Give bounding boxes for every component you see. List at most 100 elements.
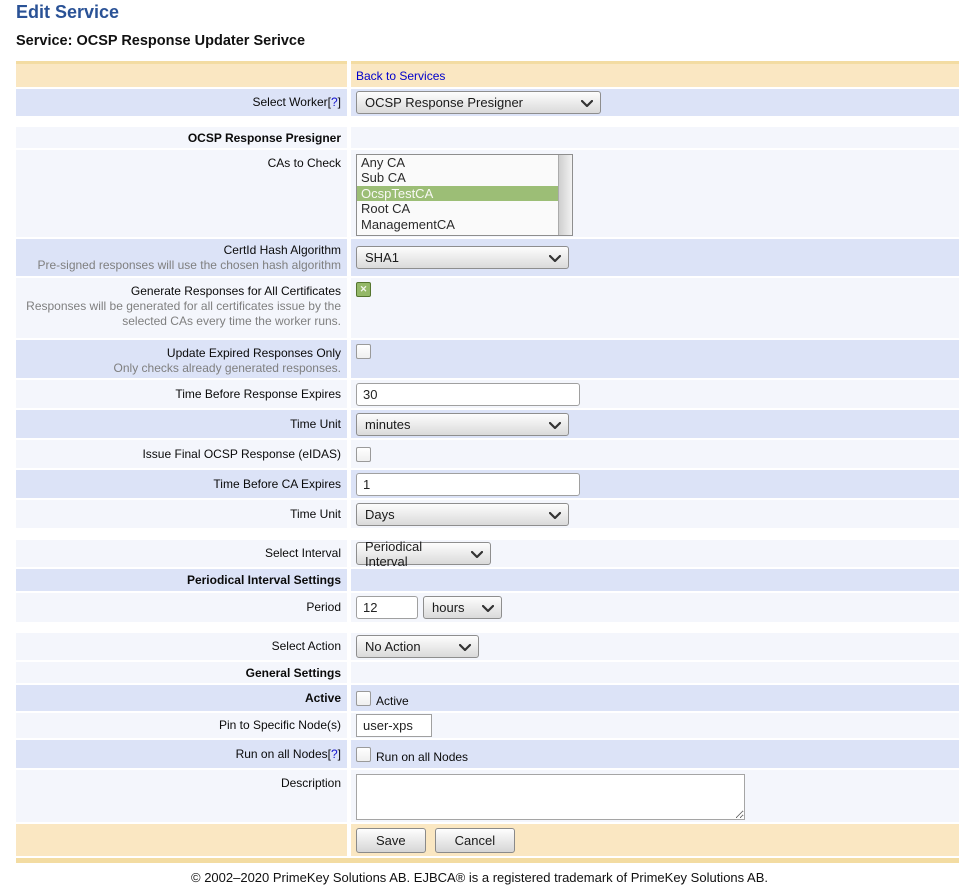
header-row-left xyxy=(16,61,347,87)
run-all-nodes-checkbox[interactable] xyxy=(356,747,371,762)
select-action-row: Select Action No Action xyxy=(16,633,959,660)
chevron-down-icon xyxy=(549,512,561,519)
period-label: Period xyxy=(306,600,341,615)
time-unit-ca-dropdown[interactable]: Days xyxy=(356,503,569,526)
period-input[interactable] xyxy=(356,596,418,619)
time-before-ca-row: Time Before CA Expires xyxy=(16,470,959,498)
chevron-down-icon xyxy=(581,100,593,107)
issue-final-row: Issue Final OCSP Response (eIDAS) xyxy=(16,440,959,468)
cas-to-check-label: CAs to Check xyxy=(268,156,341,171)
worker-section-header-row: OCSP Response Presigner xyxy=(16,127,959,148)
save-button[interactable]: Save xyxy=(356,828,426,853)
header-row-right: Back to Services xyxy=(351,61,959,87)
active-checkbox[interactable] xyxy=(356,691,371,706)
listbox-scrollbar[interactable] xyxy=(558,155,572,235)
certid-hash-row: CertId Hash Algorithm Pre-signed respons… xyxy=(16,239,959,276)
time-before-ca-input[interactable] xyxy=(356,473,580,496)
generate-all-checkbox[interactable] xyxy=(356,282,371,297)
run-all-nodes-row: Run on all Nodes[?] Run on all Nodes xyxy=(16,740,959,768)
edit-service-form: Back to Services Select Worker[?] OCSP R… xyxy=(16,61,959,863)
description-row: Description xyxy=(16,770,959,822)
ca-option[interactable]: ManagementCA xyxy=(357,217,558,232)
cancel-button[interactable]: Cancel xyxy=(435,828,515,853)
select-action-label: Select Action xyxy=(272,639,341,654)
time-unit-response-row: Time Unit minutes xyxy=(16,410,959,438)
section-gap xyxy=(16,624,959,633)
generate-all-label: Generate Responses for All Certificates xyxy=(131,284,341,299)
description-label: Description xyxy=(281,776,341,791)
select-worker-row: Select Worker[?] OCSP Response Presigner xyxy=(16,89,959,116)
description-textarea[interactable] xyxy=(356,774,745,820)
period-unit-value: hours xyxy=(432,600,465,615)
active-row: Active Active xyxy=(16,685,959,711)
certid-hash-dropdown[interactable]: SHA1 xyxy=(356,246,569,269)
chevron-down-icon xyxy=(549,255,561,262)
section-gap xyxy=(16,118,959,127)
interval-section-header: Periodical Interval Settings xyxy=(187,573,341,587)
page: Edit Service Service: OCSP Response Upda… xyxy=(0,0,959,863)
time-unit-response-label: Time Unit xyxy=(290,417,341,432)
time-unit-response-value: minutes xyxy=(365,417,411,432)
general-section-header: General Settings xyxy=(246,666,341,680)
chevron-down-icon xyxy=(459,644,471,651)
service-subtitle: Service: OCSP Response Updater Serivce xyxy=(16,33,959,49)
run-all-nodes-label: Run on all Nodes[?] xyxy=(236,747,341,762)
period-unit-dropdown[interactable]: hours xyxy=(423,596,502,619)
worker-section-header: OCSP Response Presigner xyxy=(188,131,341,145)
select-worker-label: Select Worker[?] xyxy=(252,95,341,110)
select-worker-dropdown[interactable]: OCSP Response Presigner xyxy=(356,91,601,114)
run-all-nodes-checkbox-label: Run on all Nodes xyxy=(376,750,468,764)
ca-option[interactable]: Any CA xyxy=(357,155,558,170)
header-row: Back to Services xyxy=(16,61,959,87)
select-interval-label: Select Interval xyxy=(265,546,341,561)
certid-hash-value: SHA1 xyxy=(365,250,399,265)
update-expired-checkbox[interactable] xyxy=(356,344,371,359)
ca-option[interactable]: Sub CA xyxy=(357,170,558,185)
actions-row: Save Cancel xyxy=(16,824,959,856)
certid-hash-label: CertId Hash Algorithm xyxy=(224,243,341,258)
time-unit-ca-label: Time Unit xyxy=(290,507,341,522)
select-worker-value: OCSP Response Presigner xyxy=(365,95,523,110)
select-action-dropdown[interactable]: No Action xyxy=(356,635,479,658)
active-checkbox-label: Active xyxy=(376,694,409,708)
footer-copyright: © 2002–2020 PrimeKey Solutions AB. EJBCA… xyxy=(0,870,959,885)
ca-option[interactable]: OcspTestCA xyxy=(357,186,558,201)
cas-to-check-row: CAs to Check Any CA Sub CA OcspTestCA Ro… xyxy=(16,150,959,237)
select-worker-help-link[interactable]: ? xyxy=(331,95,338,109)
update-expired-helper: Only checks already generated responses. xyxy=(114,361,341,376)
select-interval-value: Periodical Interval xyxy=(365,539,466,569)
chevron-down-icon xyxy=(549,422,561,429)
cas-to-check-listbox[interactable]: Any CA Sub CA OcspTestCA Root CA Managem… xyxy=(356,154,573,236)
time-before-response-row: Time Before Response Expires xyxy=(16,380,959,408)
select-interval-row: Select Interval Periodical Interval xyxy=(16,540,959,567)
time-unit-ca-value: Days xyxy=(365,507,395,522)
pin-nodes-label: Pin to Specific Node(s) xyxy=(219,718,341,733)
time-before-ca-label: Time Before CA Expires xyxy=(213,477,341,492)
generate-all-row: Generate Responses for All Certificates … xyxy=(16,278,959,338)
time-unit-ca-row: Time Unit Days xyxy=(16,500,959,528)
time-before-response-input[interactable] xyxy=(356,383,580,406)
ca-option[interactable]: Root CA xyxy=(357,201,558,216)
run-all-nodes-help-link[interactable]: ? xyxy=(331,747,338,761)
certid-hash-helper: Pre-signed responses will use the chosen… xyxy=(38,258,342,273)
update-expired-label: Update Expired Responses Only xyxy=(167,346,341,361)
time-before-response-label: Time Before Response Expires xyxy=(175,387,341,402)
back-to-services-link[interactable]: Back to Services xyxy=(356,69,445,83)
update-expired-row: Update Expired Responses Only Only check… xyxy=(16,340,959,378)
time-unit-response-dropdown[interactable]: minutes xyxy=(356,413,569,436)
table-bottom-strip xyxy=(16,858,959,863)
pin-nodes-input[interactable] xyxy=(356,714,432,737)
section-gap xyxy=(16,530,959,540)
select-interval-dropdown[interactable]: Periodical Interval xyxy=(356,542,491,565)
pin-nodes-row: Pin to Specific Node(s) xyxy=(16,713,959,738)
chevron-down-icon xyxy=(471,551,483,558)
interval-section-header-row: Periodical Interval Settings xyxy=(16,569,959,591)
page-title: Edit Service xyxy=(16,0,959,23)
issue-final-checkbox[interactable] xyxy=(356,447,371,462)
active-label: Active xyxy=(305,691,341,706)
generate-all-helper: Responses will be generated for all cert… xyxy=(16,299,341,329)
period-row: Period hours xyxy=(16,593,959,622)
general-section-header-row: General Settings xyxy=(16,662,959,683)
chevron-down-icon xyxy=(482,605,494,612)
issue-final-label: Issue Final OCSP Response (eIDAS) xyxy=(142,447,341,462)
